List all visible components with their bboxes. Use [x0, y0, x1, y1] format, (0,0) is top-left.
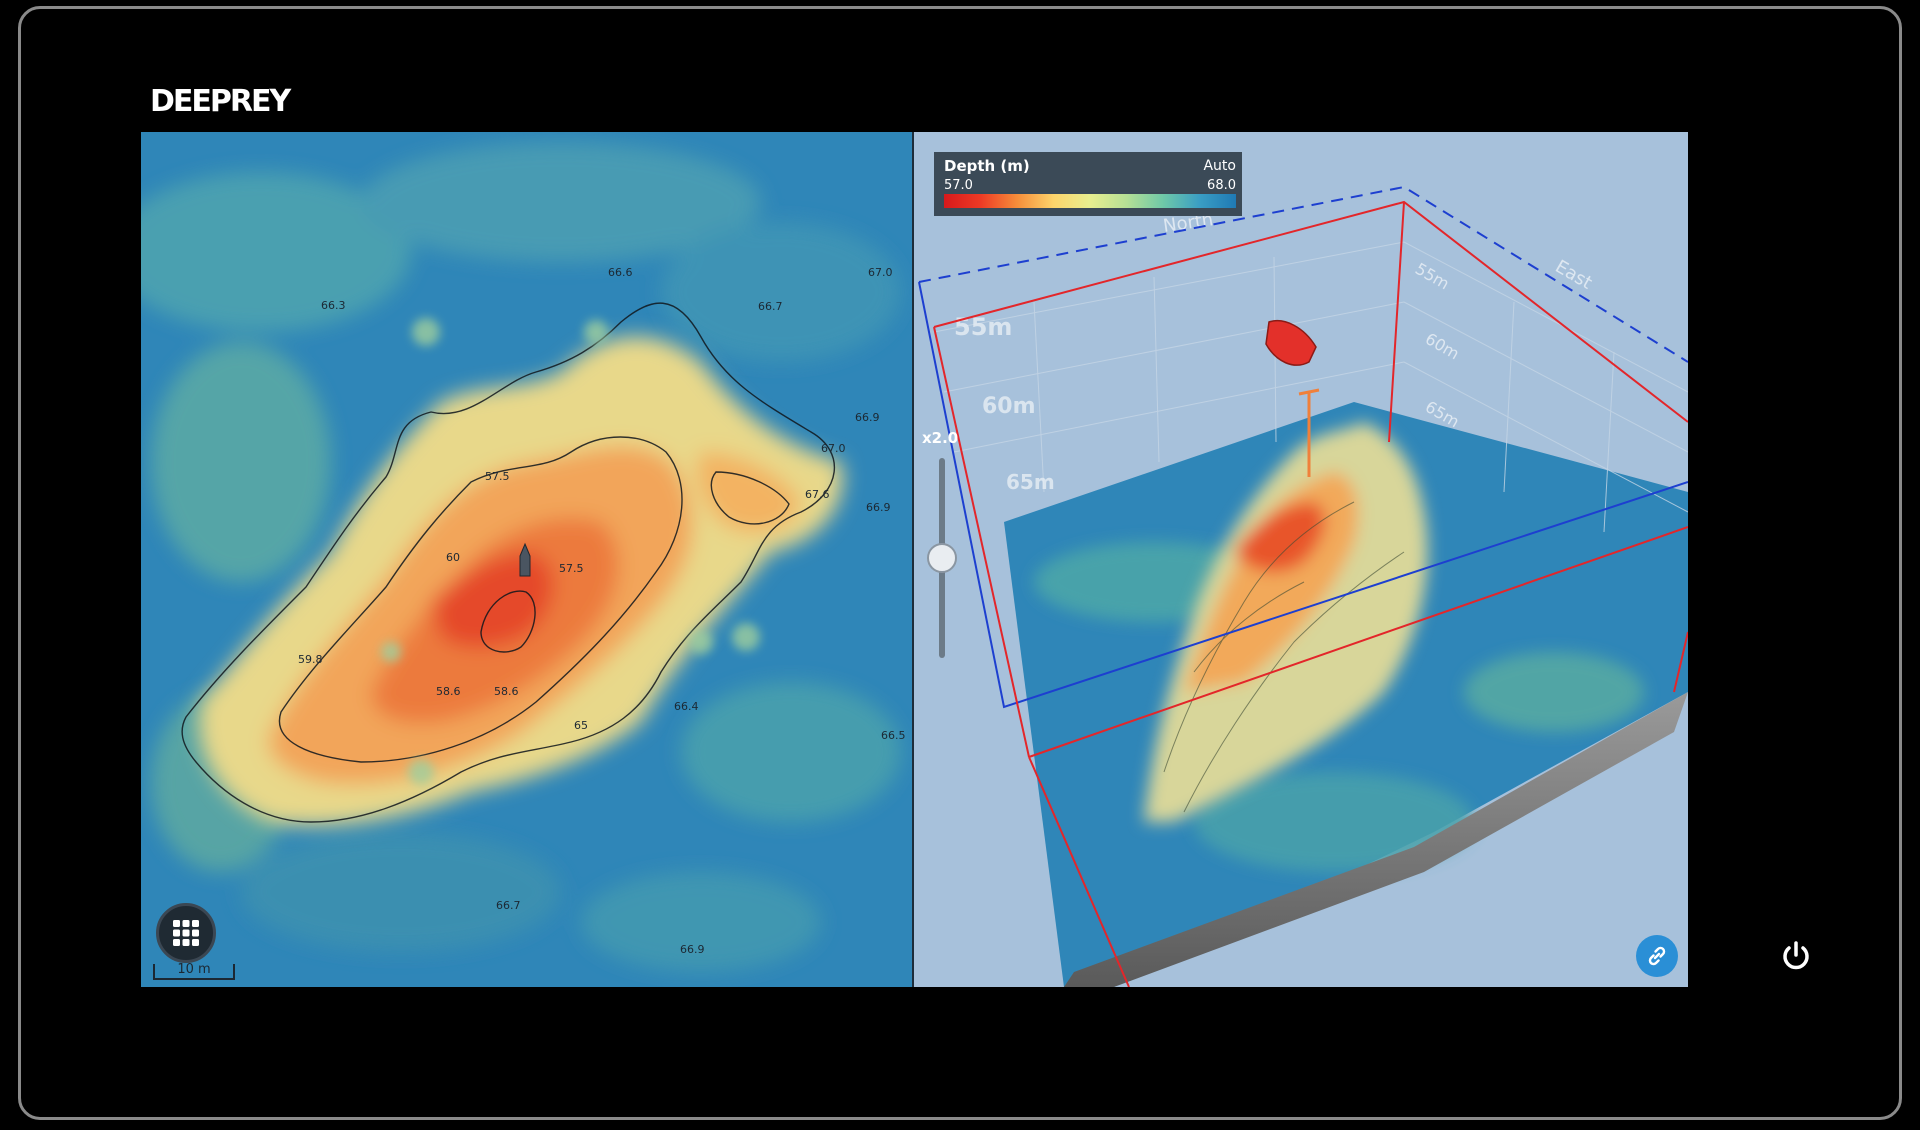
- depth-label: 66.9: [680, 943, 705, 956]
- side-mark-60: 60m: [1422, 329, 1463, 363]
- legend-min: 57.0: [944, 178, 973, 193]
- bathymetry-map: [141, 132, 914, 987]
- depth-label: 60: [446, 551, 460, 564]
- legend-title: Depth (m): [944, 157, 1030, 175]
- depth-label: 59.8: [298, 653, 323, 666]
- depth-label: 66.6: [608, 266, 633, 279]
- grid-icon: [173, 920, 199, 946]
- depth-label: 66.4: [674, 700, 699, 713]
- zoom-label: x2.0: [922, 429, 959, 447]
- legend-mode[interactable]: Auto: [1203, 158, 1236, 174]
- power-button[interactable]: [1776, 936, 1816, 976]
- depth-label: 66.5: [881, 729, 906, 742]
- depth-label: 65: [574, 719, 588, 732]
- depth-label: 57.5: [485, 470, 510, 483]
- depth-label: 66.9: [855, 411, 880, 424]
- link-views-button[interactable]: [1636, 935, 1678, 977]
- depth-legend: Depth (m) Auto 57.0 68.0: [934, 152, 1242, 216]
- depth-mark-55: 55m: [954, 313, 1012, 341]
- depth-label: 67.0: [868, 266, 893, 279]
- depth-label: 67.6: [805, 488, 830, 501]
- depth-label: 66.7: [496, 899, 521, 912]
- map-2d-pane[interactable]: 66.3 66.6 67.0 66.7 66.9 67.0 57.5 67.6 …: [141, 132, 914, 987]
- brand-logo: DEEPREY: [150, 84, 291, 119]
- depth-label: 66.3: [321, 299, 346, 312]
- legend-colorbar: [944, 194, 1236, 208]
- bathymetry-3d-scene: 55m 60m 65m 55m 60m 65m North East: [918, 185, 1688, 987]
- depth-label: 58.6: [436, 685, 461, 698]
- view-3d-pane[interactable]: 55m 60m 65m 55m 60m 65m North East: [914, 132, 1688, 987]
- legend-max: 68.0: [1207, 178, 1236, 193]
- map-scale-bar: 10 m: [153, 962, 235, 980]
- apps-grid-button[interactable]: [156, 903, 216, 963]
- depth-mark-60: 60m: [982, 394, 1036, 419]
- power-icon: [1783, 941, 1809, 970]
- depth-label: 67.0: [821, 442, 846, 455]
- link-icon: [1648, 946, 1666, 966]
- scale-label: 10 m: [177, 962, 211, 977]
- depth-label: 57.5: [559, 562, 584, 575]
- depth-mark-65: 65m: [1006, 470, 1055, 494]
- depth-label: 66.7: [758, 300, 783, 313]
- depth-label: 58.6: [494, 685, 519, 698]
- depth-label: 66.9: [866, 501, 891, 514]
- slider-handle[interactable]: [927, 543, 957, 573]
- east-label: East: [1552, 256, 1596, 294]
